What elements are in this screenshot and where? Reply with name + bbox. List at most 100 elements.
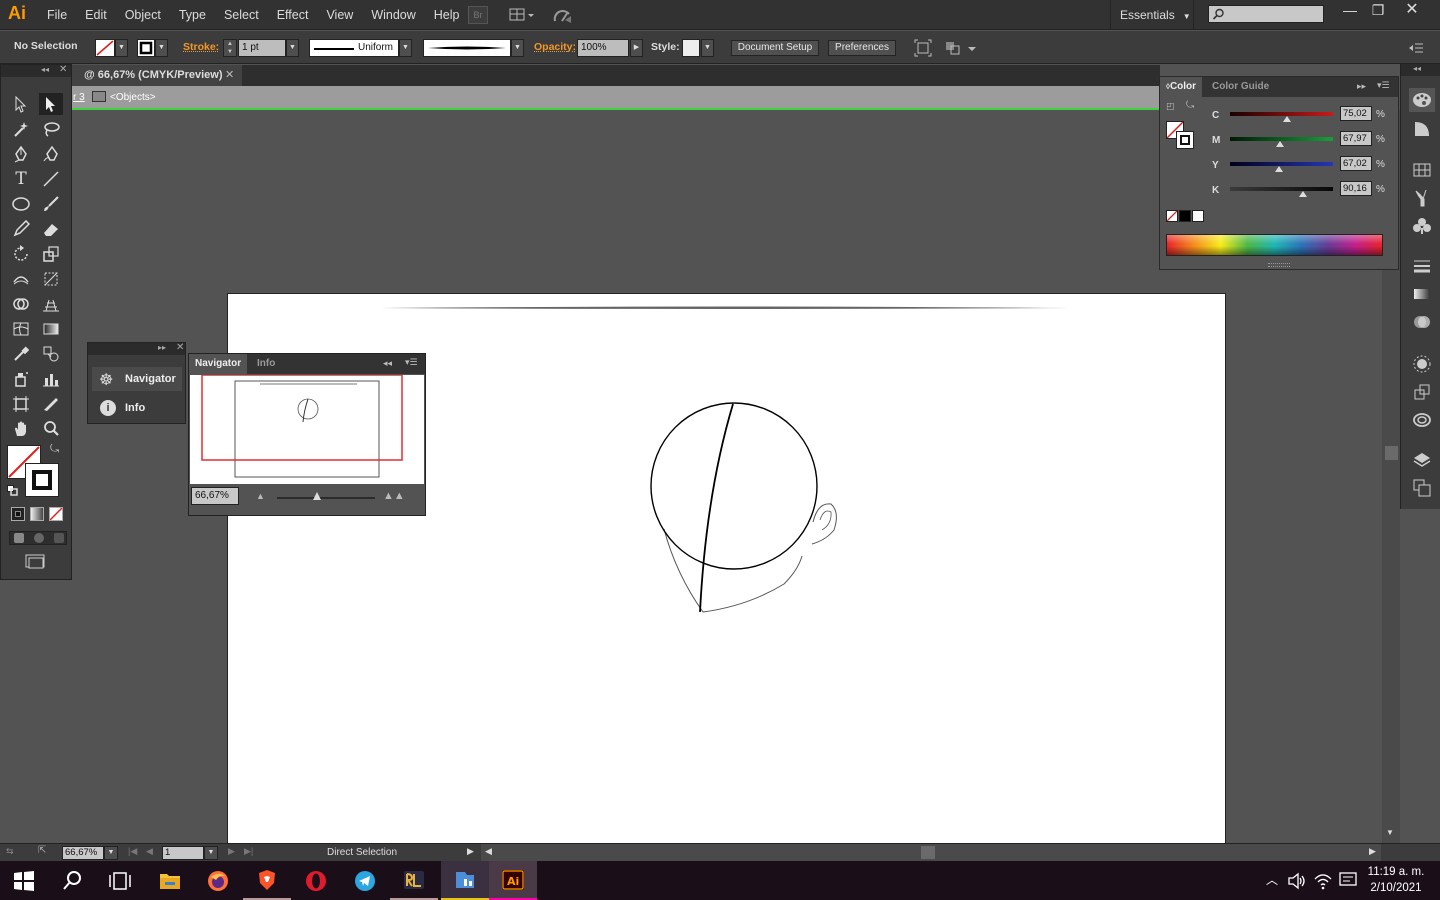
rotate-tool[interactable]: [9, 243, 33, 265]
type-tool[interactable]: T: [9, 168, 33, 190]
dock-transparency-button[interactable]: [1409, 310, 1435, 334]
column-graph-tool[interactable]: [39, 368, 63, 390]
tools-panel-header[interactable]: ◂◂ ✕: [1, 64, 71, 77]
panel-menu-icon[interactable]: ▾☰: [405, 357, 418, 368]
dock-color-guide-button[interactable]: [1409, 117, 1435, 141]
horizontal-scroll-thumb[interactable]: [921, 846, 935, 859]
next-artboard-icon[interactable]: ▶: [228, 846, 235, 857]
current-tool-label[interactable]: Direct Selection: [327, 847, 397, 858]
slider-c-value[interactable]: 75,02: [1340, 106, 1372, 121]
symbol-sprayer-tool[interactable]: [9, 368, 33, 390]
stroke-color-box[interactable]: [25, 463, 59, 497]
illustrator-taskbar-button[interactable]: Ai: [489, 861, 537, 900]
navigator-dock-item[interactable]: ☸ Navigator: [92, 367, 182, 391]
previous-artboard-icon[interactable]: ◀: [146, 846, 153, 857]
dock-symbols-button[interactable]: [1409, 214, 1435, 238]
expand-icon[interactable]: ▸▸: [158, 343, 166, 352]
menu-help[interactable]: Help: [425, 8, 469, 22]
dock-artboards-button[interactable]: [1409, 476, 1435, 500]
volume-icon[interactable]: [1287, 871, 1307, 891]
dock-color-button[interactable]: [1409, 88, 1435, 112]
menu-file[interactable]: File: [38, 8, 76, 22]
stroke-color-dropdown[interactable]: ▼: [155, 39, 168, 57]
zoom-tool[interactable]: [39, 418, 63, 440]
opacity-dropdown[interactable]: ▶: [630, 39, 643, 57]
menu-window[interactable]: Window: [362, 8, 424, 22]
opera-button[interactable]: [292, 861, 340, 900]
right-dock-collapse-icon[interactable]: ◂◂: [1413, 64, 1421, 73]
restore-button[interactable]: ❐: [1362, 0, 1394, 22]
zoom-level-field[interactable]: 66,67%: [62, 846, 104, 860]
zoom-in-icon[interactable]: ▲▲: [383, 490, 405, 502]
menu-edit[interactable]: Edit: [76, 8, 116, 22]
slider-y-value[interactable]: 67,02: [1340, 156, 1372, 171]
task-view-button[interactable]: [96, 861, 144, 900]
last-artboard-icon[interactable]: ▶|: [244, 846, 253, 857]
ellipse-tool[interactable]: [9, 193, 33, 215]
pen-tool[interactable]: [9, 143, 33, 165]
color-mode-button[interactable]: [11, 507, 25, 521]
zoom-out-icon[interactable]: ▲: [256, 491, 265, 501]
none-swatch[interactable]: [1166, 210, 1178, 222]
scroll-left-icon[interactable]: ◀: [485, 846, 492, 857]
color-panel-menu-icon[interactable]: ▾☰: [1377, 80, 1390, 91]
search-button[interactable]: [48, 861, 96, 900]
screen-mode-button[interactable]: [23, 553, 49, 571]
vertical-scroll-thumb[interactable]: [1385, 446, 1398, 460]
zoom-slider-thumb[interactable]: [313, 492, 321, 500]
stroke-weight-field[interactable]: 1 pt: [238, 39, 286, 57]
curvature-tool[interactable]: [39, 143, 63, 165]
tab-color-guide[interactable]: Color Guide: [1206, 77, 1275, 97]
status-menu-icon[interactable]: ▶: [467, 846, 474, 857]
file-explorer-button[interactable]: [146, 861, 194, 900]
close-dock-icon[interactable]: ✕: [176, 342, 184, 353]
collapse-icon[interactable]: ◂◂: [41, 65, 49, 74]
selection-tool[interactable]: [9, 93, 33, 115]
black-swatch[interactable]: [1179, 210, 1191, 222]
magic-wand-tool[interactable]: [9, 118, 33, 140]
navigator-zoom-field[interactable]: 66,67%: [191, 487, 239, 505]
horizontal-scrollbar[interactable]: ◀ ▶: [481, 844, 1381, 861]
dock-appearance-button[interactable]: [1409, 352, 1435, 376]
gradient-mode-button[interactable]: [30, 507, 44, 521]
dock-layers-button[interactable]: [1409, 448, 1435, 472]
graphic-style-swatch[interactable]: [682, 39, 700, 57]
scroll-down-icon[interactable]: ▼: [1386, 828, 1394, 837]
panel-resize-grip[interactable]: [1268, 263, 1290, 267]
slice-tool[interactable]: [39, 393, 63, 415]
artboard-number-field[interactable]: 1: [162, 846, 204, 860]
input-method-icon[interactable]: [1338, 870, 1358, 890]
close-tab-icon[interactable]: ✕: [225, 65, 234, 86]
dock-brushes-button[interactable]: [1409, 186, 1435, 210]
dock-graphic-styles-button[interactable]: [1409, 380, 1435, 404]
eyedropper-tool[interactable]: [9, 343, 33, 365]
preferences-button[interactable]: Preferences: [828, 40, 896, 56]
slider-c-thumb[interactable]: [1283, 116, 1291, 122]
swap-colors-icon[interactable]: ⤿: [1186, 100, 1194, 111]
direct-selection-tool[interactable]: [39, 93, 63, 115]
shape-builder-tool[interactable]: [9, 293, 33, 315]
opacity-field[interactable]: 100%: [577, 39, 629, 57]
hand-tool[interactable]: [9, 418, 33, 440]
tab-color[interactable]: ◊Color: [1160, 77, 1203, 97]
brush-dropdown[interactable]: ▼: [511, 39, 524, 57]
start-button[interactable]: [0, 861, 48, 900]
fill-swatch[interactable]: [95, 39, 115, 57]
arrange-documents-button[interactable]: [508, 6, 536, 24]
isolate-icon[interactable]: [914, 39, 932, 57]
show-hidden-icons[interactable]: ︿: [1266, 871, 1278, 888]
default-colors-icon[interactable]: ◰: [1166, 101, 1175, 112]
width-tool[interactable]: [9, 268, 33, 290]
slider-k-value[interactable]: 90,16: [1340, 181, 1372, 196]
color-spectrum[interactable]: [1166, 234, 1383, 256]
menu-select[interactable]: Select: [215, 8, 268, 22]
scroll-right-icon[interactable]: ▶: [1369, 846, 1376, 857]
gradient-tool[interactable]: [39, 318, 63, 340]
dock-cc-libraries-button[interactable]: [1409, 408, 1435, 432]
arrange-icon[interactable]: [944, 39, 978, 57]
slider-m-value[interactable]: 67,97: [1340, 131, 1372, 146]
white-swatch[interactable]: [1192, 210, 1204, 222]
right-dock-header[interactable]: ◂◂: [1401, 64, 1440, 76]
lasso-tool[interactable]: [39, 118, 63, 140]
expand-panel-icon[interactable]: ▸▸: [1357, 81, 1366, 92]
